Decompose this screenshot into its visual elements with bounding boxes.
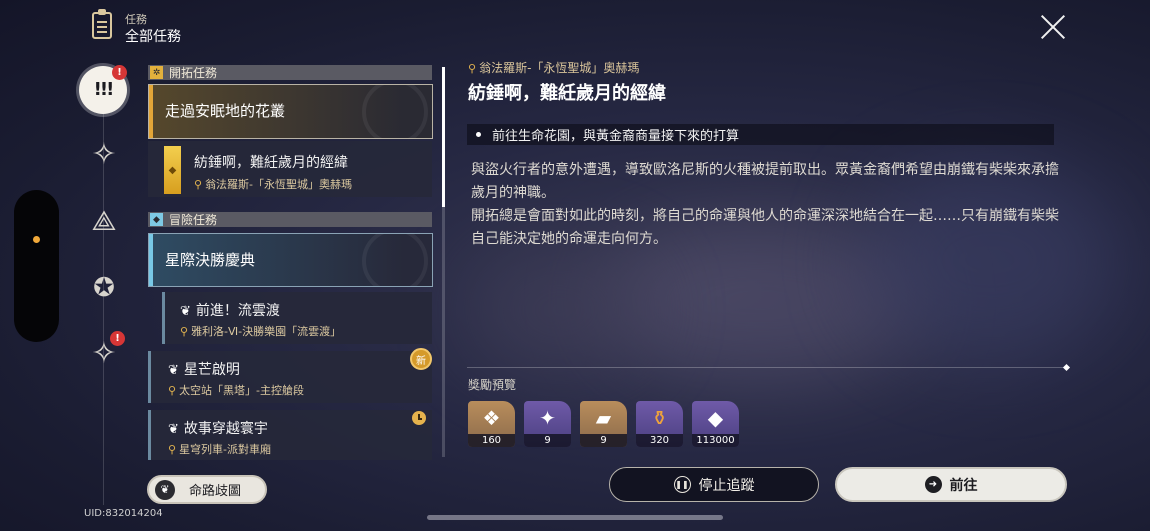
quest-title: ❦ 前進！流雲渡 [180,303,280,319]
go-button[interactable]: ➜ 前往 [835,467,1067,502]
reward-preview-label: 獎勵預覽 [468,378,517,392]
exclamation-icon: !!! [93,79,115,100]
quest-title: 走過安眠地的花叢 [165,102,286,120]
handle-dot [33,236,40,243]
button-label: 停止追蹤 [698,477,755,494]
quest-indent-bar [148,410,151,460]
new-badge: 新 [410,348,432,370]
quest-title: ❦ 故事穿越寰宇 [168,421,268,437]
reward-quantity: 9 [524,434,571,447]
crystal-icon: ❖ [482,405,501,430]
section-label: 冒險任務 [169,213,218,227]
quest-location: ⚲ 翁法羅斯-「永恆聖城」奧赫瑪 [194,178,353,191]
quest-item-trailblaze-sub[interactable]: ◆ 紡錘啊，難紝歲月的經緯 ⚲ 翁法羅斯-「永恆聖城」奧赫瑪 [148,141,432,197]
quest-indent-bar [162,292,165,344]
category-trailblaze-button[interactable]: ✧ [84,135,124,175]
ability-material-icon: ✦ [539,405,556,430]
description-paragraph: 與盜火行者的意外遭遇，導致歐洛尼斯的火種被提前取出。眾黃金裔們希望由崩鐵有柴柴來… [471,162,1059,201]
pause-icon: ❚❚ [673,476,691,493]
divider [467,367,1067,368]
section-adventure: ◆ 冒險任務 [148,212,432,227]
event-icon: ❦ [168,363,179,378]
location-pin-icon: ⚲ [168,384,177,397]
location-pin-icon: ⚲ [468,62,477,75]
credit-icon: ◆ [707,405,724,430]
clipboard-icon [92,9,112,39]
path-map-button[interactable]: ❦ 命路歧圖 [147,475,267,504]
reward-item[interactable]: ◆ 113000 [692,401,739,447]
button-label: 前往 [949,477,978,494]
filter-label: 全部任務 [125,29,181,45]
book-icon: ▰ [595,405,612,430]
quest-indent-bar [148,351,151,403]
notification-badge: ! [112,65,127,80]
location-pin-icon: ⚲ [168,443,177,456]
quest-card-adventure-main[interactable]: 星際決勝慶典 [148,233,433,287]
quest-title: ❦ 星芒啟明 [168,362,240,378]
quest-title: 紡錘啊，難紝歲月的經緯 [194,155,348,171]
description-paragraph: 開拓總是會面對如此的時刻，將自己的命運與他人的命運深深地結合在一起……只有崩鐵有… [471,208,1059,247]
arrow-right-icon: ➜ [924,476,942,493]
notification-badge: ! [110,331,125,346]
stop-tracking-button[interactable]: ❚❚ 停止追蹤 [609,467,819,502]
detail-location: ⚲ 翁法羅斯-「永恆聖城」奧赫瑪 [468,61,640,75]
location-pin-icon: ⚲ [180,325,189,338]
side-handle[interactable] [14,190,59,342]
reward-quantity: 320 [636,434,683,447]
detail-title: 紡錘啊，難紝歲月的經緯 [468,83,666,104]
reward-item[interactable]: ❖ 160 [468,401,515,447]
section-trailblaze: ✲ 開拓任務 [148,65,432,80]
location-pin-icon: ⚲ [194,178,203,191]
quest-emblem-icon [362,234,428,286]
diamond-star-icon: ✧ [91,137,117,172]
trailblaze-icon: ✲ [150,66,163,79]
event-icon: ❦ [180,304,191,319]
user-id: UID:832014204 [84,508,163,519]
quest-emblem-icon [362,85,428,138]
quest-location: ⚲ 雅利洛-Ⅵ-決勝樂園「流雲渡」 [180,325,342,338]
quest-item-adventure-sub[interactable]: ❦ 星芒啟明 ⚲ 太空站「黑塔」-主控艙段 [148,351,432,403]
pentagon-star-icon: ✪ [93,273,115,303]
section-label: 開拓任務 [169,66,218,80]
reward-item[interactable]: ▰ 9 [580,401,627,447]
category-adventure-button[interactable]: ✪ [84,268,124,308]
triangle-star-icon: ⟁ [91,204,117,237]
reward-item[interactable]: ✦ 9 [524,401,571,447]
detail-description: 與盜火行者的意外遭遇，導致歐洛尼斯的火種被提前取出。眾黃金裔們希望由崩鐵有柴柴來… [471,159,1061,251]
quest-location: ⚲ 太空站「黑塔」-主控艙段 [168,384,305,397]
button-label: 命路歧圖 [189,484,242,499]
quest-item-adventure-sub[interactable]: ❦ 故事穿越寰宇 ⚲ 星穹列車-派對車廂 [148,410,432,460]
reward-quantity: 9 [580,434,627,447]
quest-item-adventure-sub[interactable]: ❦ 前進！流雲渡 ⚲ 雅利洛-Ⅵ-決勝樂園「流雲渡」 [162,292,432,344]
detail-objective: 前往生命花園，與黃金裔商量接下來的打算 [467,124,1054,145]
category-companion-button[interactable]: ⟁ [84,201,124,241]
close-icon[interactable] [1040,14,1066,40]
category-daily-button[interactable]: ✧ ! [84,331,125,374]
event-icon: ❦ [168,422,179,437]
reward-quantity: 113000 [692,434,739,447]
bullet-icon [476,132,481,137]
quest-title: 星際決勝慶典 [165,251,256,269]
quest-list-scrollbar[interactable] [442,67,445,457]
adventure-icon: ◆ [150,213,163,226]
reward-quantity: 160 [468,434,515,447]
home-indicator[interactable] [427,515,723,520]
reward-item[interactable]: ⚱ 320 [636,401,683,447]
map-icon: ❦ [155,479,175,500]
quest-card-trailblaze-main[interactable]: 走過安眠地的花叢 [148,84,433,139]
category-all-button[interactable]: !!! ! [79,65,127,114]
potion-icon: ⚱ [651,405,668,430]
category-label: 任務 [125,13,147,26]
clock-icon [412,411,426,425]
quest-location: ⚲ 星穹列車-派對車廂 [168,443,272,456]
scroll-thumb[interactable] [442,67,445,207]
trailblaze-tag-icon: ◆ [164,146,181,194]
